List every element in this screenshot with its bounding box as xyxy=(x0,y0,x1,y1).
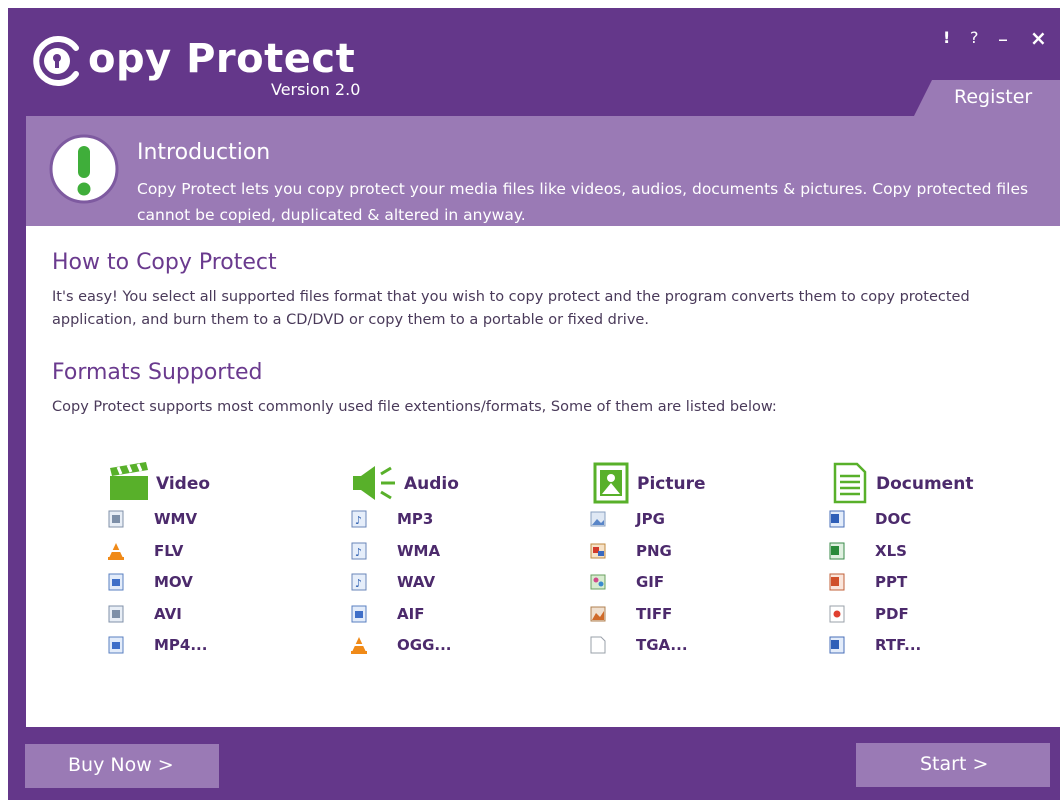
document-column: Document DOC XLS PPT PDF RTF... xyxy=(829,462,1049,662)
format-item: MOV xyxy=(108,567,328,599)
audio-title: Audio xyxy=(404,474,459,494)
help-button[interactable]: ? xyxy=(970,28,979,47)
format-item: ♪ WMA xyxy=(351,536,571,568)
intro-title: Introduction xyxy=(137,140,271,165)
media-file-icon xyxy=(108,573,124,591)
format-label: PDF xyxy=(875,604,909,623)
document-icon xyxy=(833,462,867,504)
format-item: GIF xyxy=(590,567,810,599)
music-file-icon: ♪ xyxy=(351,510,367,528)
speaker-icon xyxy=(353,466,395,500)
blank-file-icon xyxy=(590,636,606,654)
format-label: AIF xyxy=(397,604,425,623)
media-file-icon xyxy=(108,636,124,654)
app-version: Version 2.0 xyxy=(271,80,361,99)
image-file-icon xyxy=(590,574,606,590)
format-label: WMV xyxy=(154,510,198,528)
app-title: opy Protect xyxy=(88,36,356,82)
formats-heading: Formats Supported xyxy=(52,360,263,385)
format-item: ♪ WAV xyxy=(351,567,571,599)
format-label: PPT xyxy=(875,573,908,592)
intro-panel: Introduction Copy Protect lets you copy … xyxy=(26,116,1060,226)
format-item: PDF xyxy=(829,599,1049,631)
image-file-icon xyxy=(590,543,606,559)
formats-text: Copy Protect supports most commonly used… xyxy=(52,399,777,415)
format-label: FLV xyxy=(154,541,184,560)
lock-logo-icon xyxy=(33,36,79,86)
format-label: RTF... xyxy=(875,636,922,655)
register-tab[interactable]: Register xyxy=(914,80,1060,116)
start-button[interactable]: Start > xyxy=(856,743,1050,787)
picture-icon xyxy=(593,462,629,504)
format-item: OGG... xyxy=(351,630,571,662)
minimize-button[interactable]: _ xyxy=(999,22,1007,41)
file-icon xyxy=(108,605,124,623)
powerpoint-file-icon xyxy=(829,573,845,591)
format-item: AVI xyxy=(108,599,328,631)
image-file-icon xyxy=(590,511,606,527)
format-item: WMV xyxy=(108,504,328,536)
svg-text:♪: ♪ xyxy=(355,546,362,559)
format-label: OGG... xyxy=(397,636,452,655)
format-label: WMA xyxy=(397,541,441,560)
content-panel: How to Copy Protect It's easy! You selec… xyxy=(26,226,1060,727)
excel-file-icon xyxy=(829,542,845,560)
info-button[interactable]: ! xyxy=(943,28,950,47)
format-item: ♪ MP3 xyxy=(351,504,571,536)
format-label: TGA... xyxy=(636,636,688,655)
image-file-icon xyxy=(590,606,606,622)
format-item: PNG xyxy=(590,536,810,568)
app-window: opy Protect Version 2.0 ! ? _ × Register… xyxy=(8,8,1060,800)
video-title: Video xyxy=(156,474,211,494)
format-label: WAV xyxy=(397,573,436,592)
svg-text:♪: ♪ xyxy=(355,514,362,527)
format-item: XLS xyxy=(829,536,1049,568)
register-label: Register xyxy=(954,86,1033,108)
vlc-cone-icon xyxy=(351,637,367,655)
word-file-icon xyxy=(829,510,845,528)
format-label: TIFF xyxy=(636,604,673,623)
media-file-icon xyxy=(351,605,367,623)
audio-column: Audio ♪ MP3 ♪ WMA ♪ WAV AIF OGG... xyxy=(351,462,571,662)
buy-now-button[interactable]: Buy Now > xyxy=(25,744,219,788)
music-file-icon: ♪ xyxy=(351,542,367,560)
exclamation-icon xyxy=(49,134,119,204)
buy-now-label: Buy Now > xyxy=(68,754,174,776)
format-label: PNG xyxy=(636,541,672,560)
format-item: TIFF xyxy=(590,599,810,631)
format-label: JPG xyxy=(636,510,665,528)
word-file-icon xyxy=(829,636,845,654)
document-title: Document xyxy=(876,474,974,494)
close-button[interactable]: × xyxy=(1030,26,1047,50)
picture-column: Picture JPG PNG GIF TIFF TGA... xyxy=(590,462,810,662)
vlc-cone-icon xyxy=(108,542,124,560)
format-item: DOC xyxy=(829,504,1049,536)
intro-text: Copy Protect lets you copy protect your … xyxy=(137,180,1029,224)
how-to-text: It's easy! You select all supported file… xyxy=(52,289,970,328)
format-label: MOV xyxy=(154,573,193,592)
format-label: AVI xyxy=(154,604,182,623)
clapperboard-icon xyxy=(110,462,148,500)
format-item: MP4... xyxy=(108,630,328,662)
format-item: FLV xyxy=(108,536,328,568)
file-icon xyxy=(108,510,124,528)
svg-text:♪: ♪ xyxy=(355,577,362,590)
music-file-icon: ♪ xyxy=(351,573,367,591)
format-item: PPT xyxy=(829,567,1049,599)
video-column: Video WMV FLV MOV AVI MP4... xyxy=(108,462,328,662)
format-label: DOC xyxy=(875,510,912,528)
format-label: GIF xyxy=(636,573,665,592)
format-label: XLS xyxy=(875,541,907,560)
picture-title: Picture xyxy=(637,474,706,494)
format-item: AIF xyxy=(351,599,571,631)
format-item: JPG xyxy=(590,504,810,536)
format-item: TGA... xyxy=(590,630,810,662)
format-item: RTF... xyxy=(829,630,1049,662)
format-label: MP4... xyxy=(154,636,208,655)
pdf-file-icon xyxy=(829,605,845,623)
how-to-heading: How to Copy Protect xyxy=(52,250,277,275)
format-label: MP3 xyxy=(397,510,434,528)
start-label: Start > xyxy=(920,753,989,775)
